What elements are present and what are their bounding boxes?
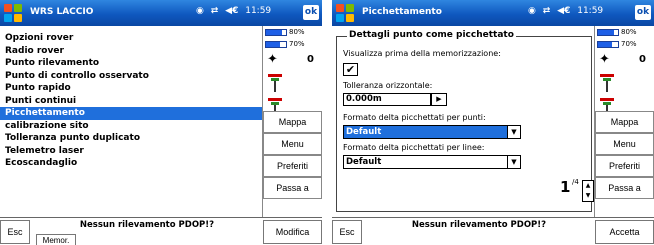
battery-1: 80%: [597, 28, 637, 37]
menu-item[interactable]: Punto di controllo osservato: [0, 70, 262, 83]
ok-button[interactable]: ok: [635, 5, 651, 20]
menu-item[interactable]: Punto rapido: [0, 82, 262, 95]
horizontal-tolerance-input[interactable]: 0.000m: [343, 93, 431, 106]
modifica-button[interactable]: Modifica: [263, 220, 322, 244]
menu-item[interactable]: Tolleranza punto duplicato: [0, 132, 262, 145]
stakeout-details-group: Dettagli punto come picchettato Visualiz…: [336, 30, 592, 212]
menu-button[interactable]: Menu: [595, 133, 654, 155]
system-tray: ◉ ⇄ ◀€ 11:59: [196, 6, 275, 16]
windows-start-icon[interactable]: [3, 3, 23, 23]
show-before-save-label: Visualizza prima della memorizzazione:: [343, 49, 501, 58]
mappa-button[interactable]: Mappa: [595, 111, 654, 133]
status-bar: Esc Nessun rilevamento PDOP!? Memor. Mod…: [0, 217, 322, 245]
chevron-up-icon[interactable]: ▲: [583, 181, 593, 191]
points-format-label: Formato delta picchettati per punti:: [343, 113, 486, 122]
battery-icon: [265, 40, 287, 48]
status-bar: Esc Nessun rilevamento PDOP!? Accetta: [332, 217, 654, 245]
status-message: Nessun rilevamento PDOP!?: [79, 220, 215, 230]
satellite-count: 0: [307, 54, 314, 65]
sync-icon[interactable]: ⇄: [543, 6, 551, 16]
volume-icon[interactable]: ◀€: [557, 6, 570, 16]
ok-button[interactable]: ok: [303, 5, 319, 20]
sync-icon[interactable]: ⇄: [211, 6, 219, 16]
window-title: Picchettamento: [362, 7, 442, 17]
lines-format-select[interactable]: Default ▼: [343, 155, 521, 169]
menu-item[interactable]: Opzioni rover: [0, 32, 262, 45]
chevron-down-icon: ▼: [507, 156, 520, 168]
menu-item[interactable]: Radio rover: [0, 45, 262, 58]
battery-icon: [597, 40, 619, 48]
clock[interactable]: 11:59: [577, 6, 603, 16]
gps-icon[interactable]: ◉: [528, 6, 536, 16]
page-current: 1: [560, 178, 571, 196]
menu-item[interactable]: Ecoscandaglio: [0, 157, 262, 170]
points-format-value: Default: [346, 127, 382, 137]
window-title: WRS LACCIO: [30, 7, 94, 17]
title-bar: Picchettamento ◉ ⇄ ◀€ 11:59 ok: [332, 0, 654, 26]
gps-icon[interactable]: ◉: [196, 6, 204, 16]
status-message: Nessun rilevamento PDOP!?: [411, 220, 547, 230]
satellite-icon[interactable]: ✦: [599, 52, 610, 67]
windows-start-icon[interactable]: [335, 3, 355, 23]
title-bar: WRS LACCIO ◉ ⇄ ◀€ 11:59 ok: [0, 0, 322, 26]
memor-button[interactable]: Memor.: [36, 234, 76, 245]
battery-2: 70%: [597, 40, 637, 49]
passa-a-button[interactable]: Passa a: [595, 177, 654, 199]
battery-icon: [265, 28, 287, 36]
chevron-down-icon[interactable]: ▼: [583, 191, 593, 201]
system-tray: ◉ ⇄ ◀€ 11:59: [528, 6, 607, 16]
menu-list: Opzioni rover Radio rover Punto rilevament…: [0, 32, 262, 170]
esc-button[interactable]: Esc: [332, 220, 362, 244]
preferiti-button[interactable]: Preferiti: [263, 155, 322, 177]
esc-button[interactable]: Esc: [0, 220, 30, 244]
lines-format-label: Formato delta picchettati per linee:: [343, 143, 485, 152]
passa-a-button[interactable]: Passa a: [263, 177, 322, 199]
satellite-icon[interactable]: ✦: [267, 52, 278, 67]
volume-icon[interactable]: ◀€: [225, 6, 238, 16]
battery-2: 70%: [265, 40, 305, 49]
show-before-save-checkbox[interactable]: ✔: [343, 63, 358, 76]
menu-item[interactable]: Telemetro laser: [0, 145, 262, 158]
screen-stakeout: Picchettamento ◉ ⇄ ◀€ 11:59 ok Dettagli …: [332, 0, 654, 245]
radio-icon[interactable]: [600, 74, 614, 92]
horizontal-tolerance-label: Tolleranza orizzontale:: [343, 81, 433, 90]
chevron-down-icon: ▼: [507, 126, 520, 138]
menu-item[interactable]: Punti continui: [0, 95, 262, 108]
menu-button[interactable]: Menu: [263, 133, 322, 155]
battery-icon: [597, 28, 619, 36]
points-format-select[interactable]: Default ▼: [343, 125, 521, 139]
menu-item[interactable]: Picchettamento: [0, 107, 262, 120]
page-total: /4: [572, 178, 579, 186]
battery-1: 80%: [265, 28, 305, 37]
menu-item[interactable]: calibrazione sito: [0, 120, 262, 133]
radio-icon[interactable]: [268, 74, 282, 92]
preferiti-button[interactable]: Preferiti: [595, 155, 654, 177]
screen-menu: WRS LACCIO ◉ ⇄ ◀€ 11:59 ok Opzioni rover…: [0, 0, 322, 245]
lines-format-value: Default: [346, 157, 382, 167]
clock[interactable]: 11:59: [245, 6, 271, 16]
page-spinner[interactable]: ▲ ▼: [582, 180, 594, 202]
tolerance-arrow-button[interactable]: ▶: [431, 93, 447, 106]
menu-item[interactable]: Punto rilevamento: [0, 57, 262, 70]
mappa-button[interactable]: Mappa: [263, 111, 322, 133]
accetta-button[interactable]: Accetta: [595, 220, 654, 244]
page-indicator: 1 /4 ▲ ▼: [560, 178, 596, 204]
group-title: Dettagli punto come picchettato: [347, 30, 516, 40]
satellite-count: 0: [639, 54, 646, 65]
